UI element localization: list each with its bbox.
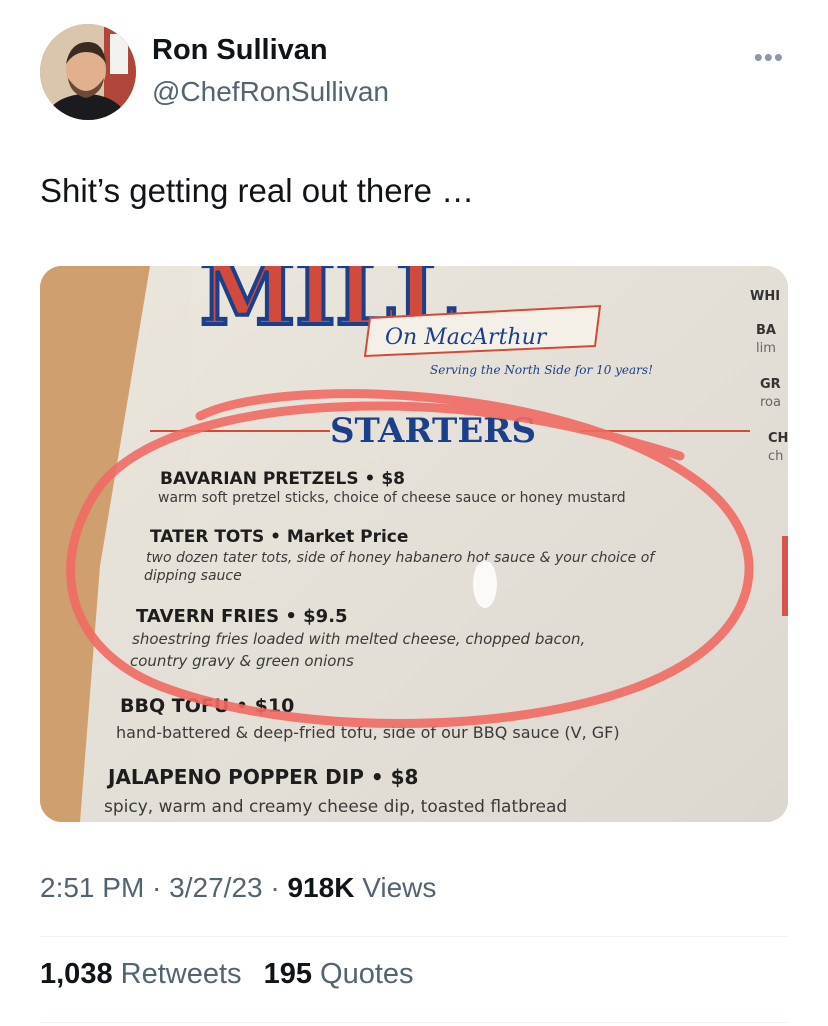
side-item: ch (768, 449, 783, 464)
views-count: 918K (287, 872, 355, 903)
divider (40, 936, 788, 937)
side-item: BA (756, 323, 776, 338)
tweet-meta: 2:51 PM · 3/27/23 · 918K Views (40, 872, 436, 904)
quotes-count: 195 (263, 958, 312, 990)
menu-tagline: Serving the North Side for 10 years! (430, 363, 653, 377)
divider (40, 1022, 788, 1023)
meta-separator: · (144, 872, 170, 903)
tweet-stats: 1,038 Retweets 195 Quotes (40, 958, 428, 991)
menu-item-desc: shoestring fries loaded with melted chee… (132, 630, 585, 648)
menu-item-title: BAVARIAN PRETZELS • $8 (160, 469, 405, 489)
menu-item-desc: warm soft pretzel sticks, choice of chee… (158, 490, 626, 506)
side-item: CH (768, 431, 788, 446)
menu-item-title: TAVERN FRIES • $9.5 (136, 606, 348, 627)
more-options-icon[interactable]: ••• (754, 42, 784, 73)
menu-item-desc: spicy, warm and creamy cheese dip, toast… (104, 797, 567, 817)
side-item: GR (760, 377, 781, 392)
tweet-photo[interactable]: MILL On MacArthur Serving the North Side… (40, 266, 788, 822)
views-label: Views (354, 872, 437, 903)
menu-item-desc: dipping sauce (144, 568, 242, 584)
side-item: roa (760, 395, 781, 410)
menu-item-title: TATER TOTS • Market Price (150, 527, 408, 547)
tweet-text: Shit’s getting real out there … (40, 172, 475, 209)
quotes-label: Quotes (320, 958, 414, 990)
menu-item-title: JALAPENO POPPER DIP • $8 (106, 765, 418, 789)
menu-item-desc: country gravy & green onions (130, 652, 354, 670)
author-handle[interactable]: @ChefRonSullivan (152, 76, 389, 108)
meta-separator: · (262, 872, 288, 903)
avatar[interactable] (40, 24, 136, 120)
tweet-date[interactable]: 3/27/23 (169, 872, 262, 903)
side-item: WHI (750, 289, 780, 304)
tweet-time[interactable]: 2:51 PM (40, 872, 144, 903)
side-item: lim (756, 341, 776, 356)
menu-subtitle: On MacArthur (385, 325, 548, 350)
retweets-label: Retweets (120, 958, 242, 990)
menu-item-desc: two dozen tater tots, side of honey haba… (146, 550, 656, 566)
retweets-stat[interactable]: 1,038 Retweets (40, 958, 242, 990)
author-name[interactable]: Ron Sullivan (152, 34, 328, 67)
menu-photo: MILL On MacArthur Serving the North Side… (40, 266, 788, 822)
quotes-stat[interactable]: 195 Quotes (264, 958, 414, 990)
profile-photo-icon (40, 24, 136, 120)
retweets-count: 1,038 (40, 958, 113, 990)
